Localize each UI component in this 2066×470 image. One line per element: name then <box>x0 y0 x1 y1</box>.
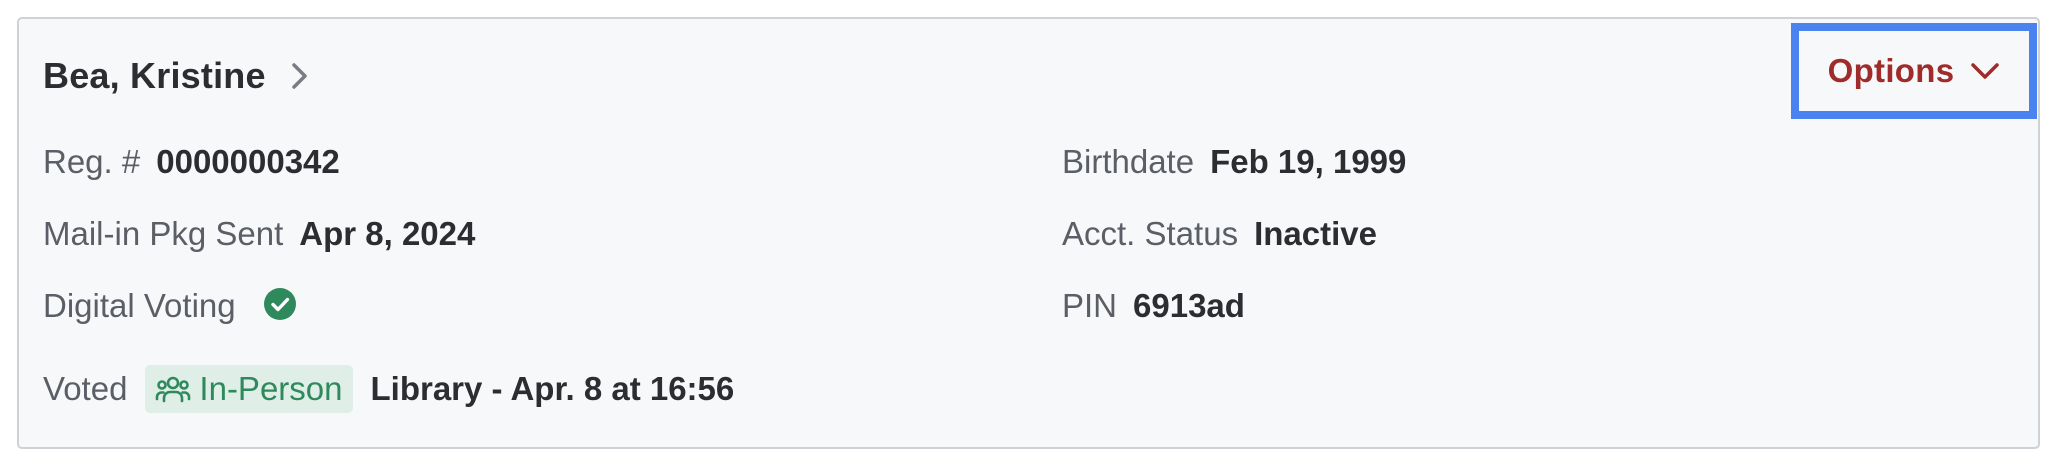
digital-voting-field: Digital Voting <box>43 287 296 325</box>
birthdate-label: Birthdate <box>1062 143 1195 180</box>
pin-value: 6913ad <box>1133 287 1245 324</box>
acct-status-label: Acct. Status <box>1062 215 1239 252</box>
voter-card: Bea, Kristine Options Reg. # 0000000342 … <box>17 17 2040 449</box>
pin-field: PIN 6913ad <box>1062 287 1245 325</box>
digital-voting-label: Digital Voting <box>43 287 236 324</box>
voted-field: Voted In-Person Library - Apr. 8 at 16:5… <box>43 365 734 413</box>
voted-detail: Library - Apr. 8 at 16:56 <box>370 370 735 407</box>
pin-label: PIN <box>1062 287 1118 324</box>
voter-name: Bea, Kristine <box>43 55 266 96</box>
birthdate-field: Birthdate Feb 19, 1999 <box>1062 143 1406 181</box>
voter-name-link[interactable]: Bea, Kristine <box>43 55 312 97</box>
acct-status-value: Inactive <box>1254 215 1377 252</box>
reg-number-value: 0000000342 <box>156 143 340 180</box>
voted-method-text: In-Person <box>199 370 343 407</box>
mail-in-value: Apr 8, 2024 <box>299 215 476 252</box>
options-button[interactable]: Options <box>1791 23 2037 119</box>
chevron-right-icon <box>291 63 307 89</box>
chevron-down-icon <box>1971 63 2000 79</box>
acct-status-field: Acct. Status Inactive <box>1062 215 1377 253</box>
mail-in-label: Mail-in Pkg Sent <box>43 215 284 252</box>
birthdate-value: Feb 19, 1999 <box>1210 143 1407 180</box>
reg-number-field: Reg. # 0000000342 <box>43 143 340 181</box>
reg-number-label: Reg. # <box>43 143 141 180</box>
voted-method-badge: In-Person <box>145 365 353 413</box>
check-circle-icon <box>263 288 296 320</box>
people-group-icon <box>156 376 191 403</box>
voted-label: Voted <box>43 370 128 407</box>
mail-in-field: Mail-in Pkg Sent Apr 8, 2024 <box>43 215 475 253</box>
options-label: Options <box>1827 52 1955 89</box>
